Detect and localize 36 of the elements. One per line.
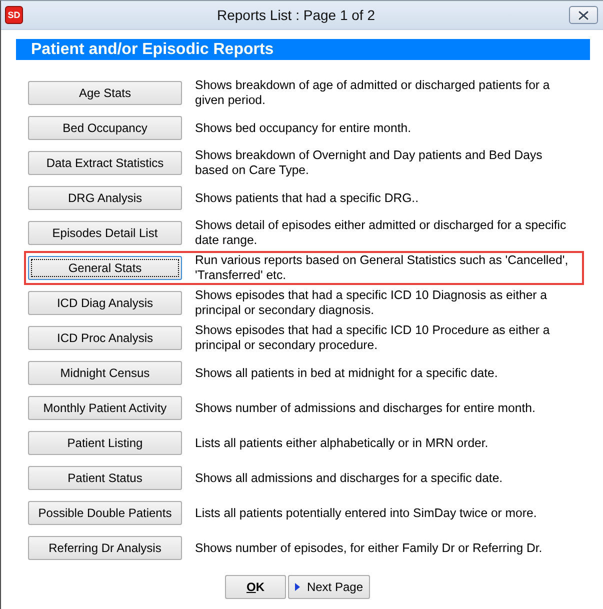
report-button[interactable]: General Stats [28,256,182,280]
window-title: Reports List : Page 1 of 2 [216,7,376,23]
triangle-right-icon [294,583,300,591]
report-description: Shows number of admissions and discharges for entire month. [195,400,536,416]
report-description: Shows all admissions and discharges for a specific date. [195,470,504,486]
report-button[interactable]: Midnight Census [28,361,182,385]
report-button[interactable]: Patient Status [28,466,182,490]
report-button[interactable]: ICD Diag Analysis [28,291,182,315]
report-button[interactable]: Data Extract Statistics [28,151,182,175]
report-description: Lists all patients potentially entered into SimDay twice or more. [195,506,538,520]
report-button[interactable]: Episodes Detail List [28,221,182,245]
close-button[interactable] [569,6,598,24]
report-button[interactable]: Bed Occupancy [28,116,182,140]
report-description: Shows detail of episodes either admitted or discharged for a specific date range. [195,218,568,248]
report-button[interactable]: Monthly Patient Activity [28,396,182,420]
report-description: Shows breakdown of Overnight and Day patients and Bed Days based on Care Type. [195,148,544,178]
report-description: Shows all patients in bed at midnight for a specific date. [195,366,499,380]
report-button[interactable]: ICD Proc Analysis [28,326,182,350]
report-description: Shows bed occupancy for entire month. [195,120,412,136]
report-description: Shows number of episodes, for either Family Dr or Referring Dr. [195,540,544,556]
report-button[interactable]: Age Stats [28,81,182,105]
app-logo: SD [5,6,23,24]
report-button[interactable]: Possible Double Patients [28,501,182,525]
close-icon [578,10,589,20]
report-description: Lists all patients either alphabetically or in MRN order. [195,436,490,450]
report-button[interactable]: Referring Dr Analysis [28,536,182,560]
report-description: Shows episodes that had a specific ICD 10 Diagnosis as either a principal or secondary diagnosis. [195,288,548,318]
ok-button[interactable]: OK [225,575,286,599]
section-header: Patient and/or Episodic Reports [16,39,590,60]
report-description: Shows patients that had a specific DRG.. [195,190,420,206]
next-page-button[interactable]: Next Page [288,575,370,599]
report-button[interactable]: DRG Analysis [28,186,182,210]
report-button[interactable]: Patient Listing [28,431,182,455]
report-description: Shows episodes that had a specific ICD 10 Procedure as either a principal or secondary procedure. [195,323,551,353]
report-description: Run various reports based on General Statistics such as 'Cancelled', 'Transferred' etc. [195,253,570,283]
report-description: Shows breakdown of age of admitted or discharged patients for a given period. [195,78,551,108]
